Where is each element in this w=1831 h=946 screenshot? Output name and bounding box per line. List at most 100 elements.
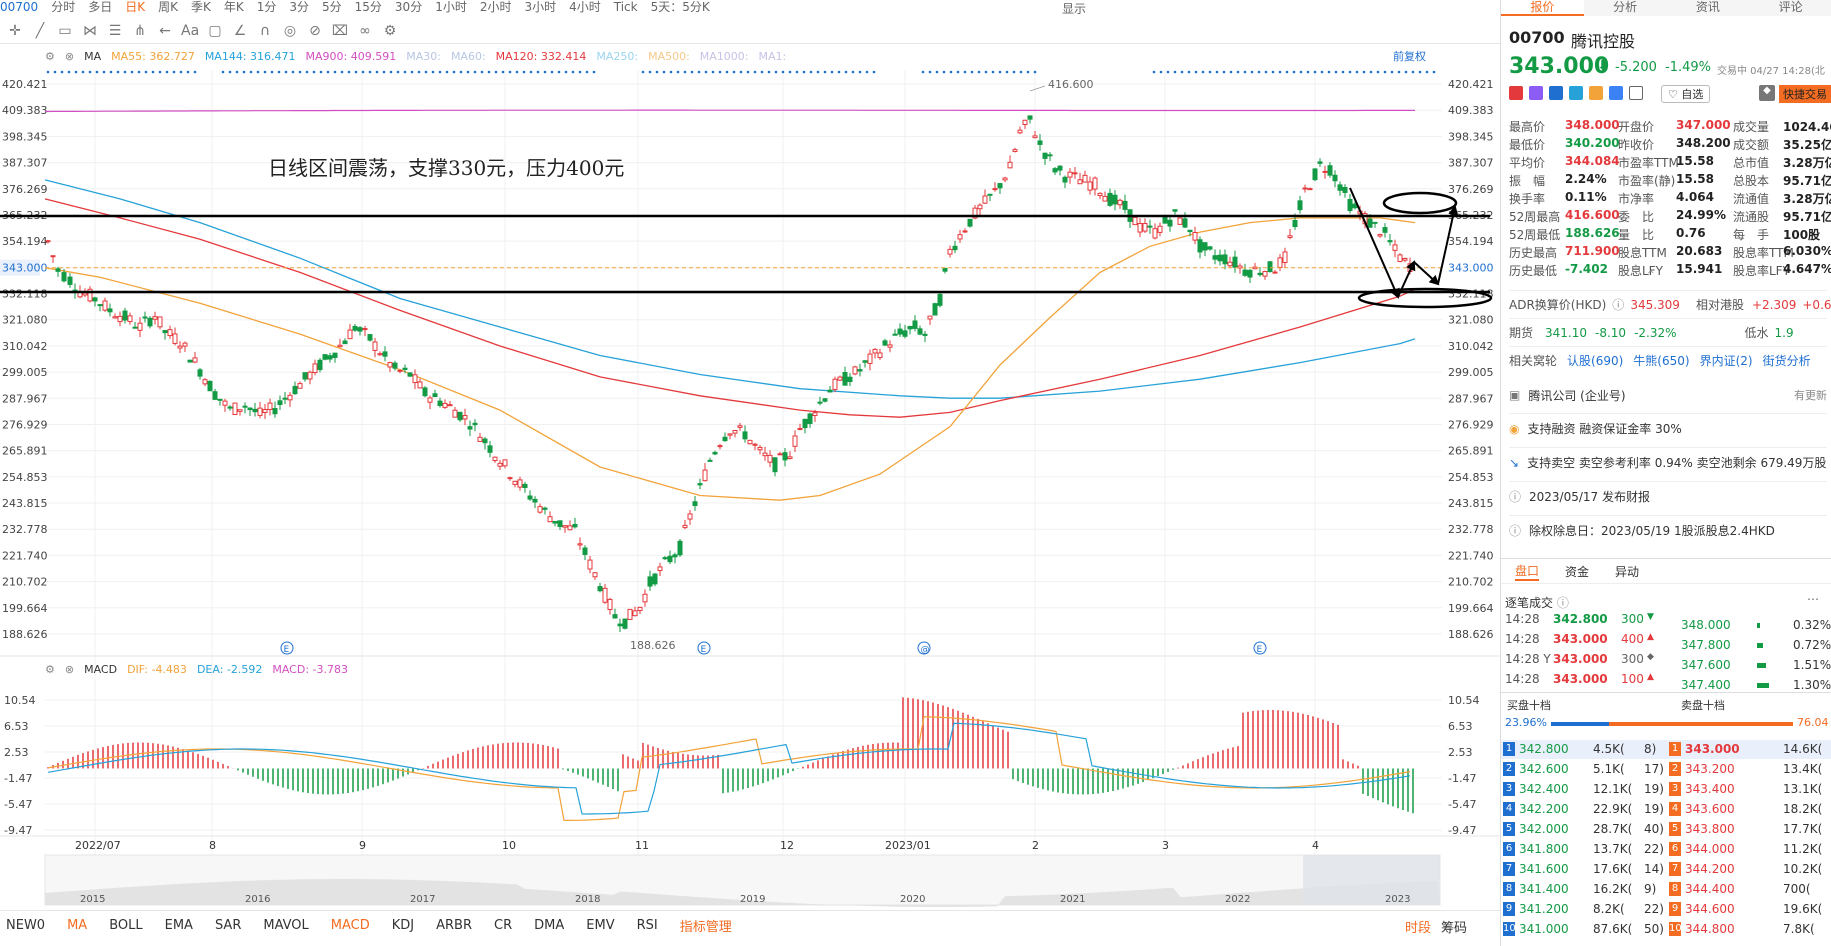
indicator-tab[interactable]: 指标管理 xyxy=(680,916,732,935)
tab-news[interactable]: 资讯 xyxy=(1667,0,1750,16)
support-ellipse[interactable] xyxy=(1357,287,1493,309)
adjust-mode[interactable]: 前复权 xyxy=(1393,48,1426,64)
period-tab[interactable]: 00700 xyxy=(0,1,38,13)
margin-icon[interactable] xyxy=(1589,86,1603,100)
indicator-tab[interactable]: BOLL xyxy=(109,918,142,933)
period-tab[interactable]: 2小时 xyxy=(480,1,512,13)
period-tab[interactable]: 分时 xyxy=(51,1,75,13)
tab-analysis[interactable]: 分析 xyxy=(1584,0,1667,16)
ma-item[interactable]: MA60: xyxy=(451,50,486,63)
orderbook-row[interactable]: 3 342.400 12.1K(19) 3 343.400 13.1K( xyxy=(1501,780,1831,799)
warrant-inline-link[interactable]: 界内证(2) xyxy=(1700,352,1753,369)
period-tab[interactable]: 时段 xyxy=(1405,917,1431,936)
period-tab[interactable]: 3小时 xyxy=(524,1,556,13)
trend-arrow[interactable] xyxy=(1349,187,1400,299)
short-row[interactable]: ↘ 支持卖空 卖空参考利率 0.94% 卖空池剩余 679.49万股 xyxy=(1509,447,1827,477)
add-watchlist-button[interactable]: ♡ 自选 xyxy=(1661,85,1711,103)
report-row[interactable]: ⓘ 2023/05/17 发布财报 xyxy=(1509,481,1827,511)
company-more[interactable]: 有更新 xyxy=(1794,387,1827,403)
indicator-tab[interactable]: ARBR xyxy=(436,918,472,933)
options-icon[interactable] xyxy=(1529,86,1543,100)
gear-icon[interactable]: ⚙ xyxy=(45,50,55,63)
ma-item[interactable]: MA1000: xyxy=(700,50,749,63)
bell-icon[interactable]: ◆ xyxy=(1759,85,1775,101)
channel-tool-icon[interactable]: ☰ xyxy=(106,23,124,39)
quick-trade-button[interactable]: 快捷交易 xyxy=(1779,85,1831,103)
dividend-row[interactable]: ⓘ 除权除息日：2023/05/19 1股派股息2.4HKD xyxy=(1509,515,1827,545)
settings-icon[interactable]: ⚙ xyxy=(381,23,399,39)
period-tab[interactable]: 5分 xyxy=(322,1,342,13)
more-icon[interactable]: ⋯ xyxy=(1807,592,1819,606)
trash-icon[interactable]: ⌧ xyxy=(331,23,349,39)
crosshair-icon[interactable]: ✛ xyxy=(6,23,24,39)
event-marker[interactable] xyxy=(1253,641,1267,655)
period-tab[interactable]: 1小时 xyxy=(435,1,467,13)
hide-icon[interactable]: ◎ xyxy=(281,23,299,39)
period-tab[interactable]: 多日 xyxy=(88,1,112,13)
overview-window[interactable] xyxy=(1303,855,1440,905)
period-tab[interactable]: 季K xyxy=(191,1,211,13)
period-tab[interactable]: 日K xyxy=(125,1,145,13)
ma-item[interactable]: MA55: 362.727 xyxy=(111,50,195,63)
dollar-icon[interactable] xyxy=(1569,86,1583,100)
close-icon[interactable]: ⊗ xyxy=(65,50,74,63)
orderbook-row[interactable]: 6 341.800 13.7K(22) 6 344.000 11.2K( xyxy=(1501,840,1831,859)
period-tab[interactable]: 3分 xyxy=(289,1,309,13)
lock-icon[interactable]: ⊘ xyxy=(306,23,324,39)
doc-icon[interactable] xyxy=(1629,86,1643,100)
chips-tab[interactable]: 筹码 xyxy=(1441,917,1467,936)
ma-item[interactable]: MA120: 332.414 xyxy=(496,50,587,63)
orderbook-row[interactable]: 10 341.000 87.6K(50) 10 344.800 7.8K( xyxy=(1501,920,1831,939)
period-tab[interactable]: 15分 xyxy=(355,1,382,13)
hk-connect-icon[interactable] xyxy=(1509,86,1523,100)
tag-icon[interactable] xyxy=(1609,86,1623,100)
orderbook-row[interactable]: 2 342.600 5.1K(17) 2 343.200 13.4K( xyxy=(1501,760,1831,779)
tab-quote[interactable]: 报价 xyxy=(1501,0,1584,16)
text-tool-icon[interactable]: Aa xyxy=(181,23,199,39)
indicator-tab[interactable]: CR xyxy=(494,918,512,933)
orderbook-row[interactable]: 9 341.200 8.2K(22) 9 344.600 19.6K( xyxy=(1501,900,1831,919)
line-tool-icon[interactable]: ╱ xyxy=(31,23,49,39)
period-tab[interactable]: 4小时 xyxy=(569,1,601,13)
indicator-tab[interactable]: DMA xyxy=(534,918,564,933)
indicator-tab[interactable]: SAR xyxy=(215,918,241,933)
tab-comments[interactable]: 评论 xyxy=(1749,0,1831,16)
trend-arrow[interactable] xyxy=(1413,261,1440,286)
event-marker[interactable] xyxy=(280,641,294,655)
collapse-icon[interactable]: ^ xyxy=(1647,270,1655,280)
trend-arrow[interactable] xyxy=(1397,260,1416,298)
tab-unusual[interactable]: 异动 xyxy=(1615,563,1639,580)
period-tab[interactable]: 30分 xyxy=(395,1,422,13)
close-icon[interactable]: ⊗ xyxy=(65,663,74,676)
ma-item[interactable]: MA250: xyxy=(596,50,638,63)
ma-item[interactable]: MA900: 409.591 xyxy=(306,50,397,63)
gear-icon[interactable]: ⚙ xyxy=(45,663,55,676)
ma-item[interactable]: MA144: 316.471 xyxy=(205,50,296,63)
magnet-icon[interactable]: ∩ xyxy=(256,23,274,39)
indicator-tab[interactable]: MA xyxy=(67,918,87,933)
tab-capital[interactable]: 资金 xyxy=(1565,563,1589,580)
link-icon[interactable]: ∞ xyxy=(356,23,374,39)
shares-icon[interactable] xyxy=(1549,86,1563,100)
orderbook-row[interactable]: 8 341.400 16.2K(9) 8 344.400 700( xyxy=(1501,880,1831,899)
info-icon[interactable]: ⓘ xyxy=(1557,596,1569,610)
indicator-tab[interactable]: NEW0 xyxy=(6,918,45,933)
orderbook-row[interactable]: 1 342.800 4.5K(8) 1 343.000 14.6K( xyxy=(1501,740,1831,759)
pitchfork-icon[interactable]: ⋔ xyxy=(131,23,149,39)
rect-tool-icon[interactable]: ▭ xyxy=(56,23,74,39)
candlestick-chart[interactable]: 420.421 420.421 409.383 409.383 398.345 398.3… xyxy=(0,0,1500,940)
tab-orderbook[interactable]: 盘口 xyxy=(1515,562,1540,581)
trend-arrow[interactable] xyxy=(1437,205,1459,285)
overview-strip[interactable] xyxy=(44,854,1441,906)
measure-icon[interactable]: ∠ xyxy=(231,23,249,39)
info-icon[interactable]: ⓘ xyxy=(1612,296,1624,313)
macd-label[interactable]: MACD xyxy=(84,663,117,676)
event-marker[interactable] xyxy=(917,641,931,655)
fib-tool-icon[interactable]: ⋈ xyxy=(81,23,99,39)
indicator-tab[interactable]: EMV xyxy=(586,918,614,933)
indicator-tab[interactable]: MAVOL xyxy=(263,918,308,933)
ma-item[interactable]: MA1: xyxy=(759,50,787,63)
indicator-tab[interactable]: EMA xyxy=(165,918,193,933)
orderbook-row[interactable]: 5 342.000 28.7K(40) 5 343.800 17.7K( xyxy=(1501,820,1831,839)
orderbook-row[interactable]: 7 341.600 17.6K(14) 7 344.200 10.2K( xyxy=(1501,860,1831,879)
